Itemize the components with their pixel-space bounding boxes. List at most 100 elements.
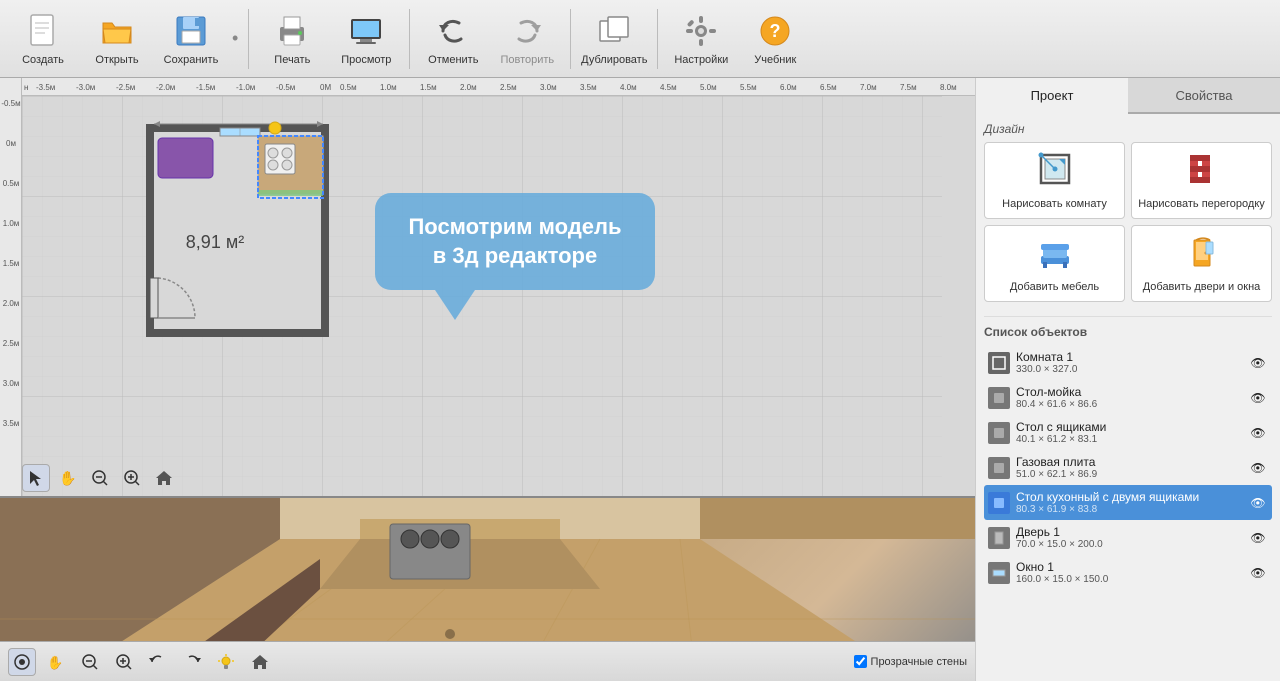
object-icon-sink-table <box>988 387 1010 409</box>
svg-text:-0.5м: -0.5м <box>276 83 295 92</box>
svg-text:✋: ✋ <box>59 470 76 486</box>
home-3d-button[interactable] <box>246 648 274 676</box>
redo-icon <box>508 12 546 50</box>
panel-tabs: Проект Свойства <box>976 78 1280 114</box>
visibility-toggle-kitchen-table[interactable]: 👁 <box>1248 493 1268 513</box>
add-doors-windows-button[interactable]: Добавить двери и окна <box>1131 225 1272 302</box>
svg-text:н: н <box>24 83 28 92</box>
visibility-toggle-gas-stove[interactable]: 👁 <box>1248 458 1268 478</box>
svg-text:3.5м: 3.5м <box>580 83 597 92</box>
add-furniture-button[interactable]: Добавить мебель <box>984 225 1125 302</box>
svg-text:1.0м: 1.0м <box>3 219 20 228</box>
open-button[interactable]: Открыть <box>82 5 152 73</box>
visibility-toggle-room1[interactable]: 👁 <box>1248 353 1268 373</box>
draw-room-button[interactable]: Нарисовать комнату <box>984 142 1125 219</box>
save-button[interactable]: Сохранить <box>156 5 226 73</box>
svg-text:1.0м: 1.0м <box>380 83 397 92</box>
visibility-toggle-door1[interactable]: 👁 <box>1248 528 1268 548</box>
zoom-in-button[interactable] <box>118 464 146 492</box>
object-item-gas-stove[interactable]: Газовая плита 51.0 × 62.1 × 86.9 👁 <box>984 450 1272 485</box>
svg-text:7.5м: 7.5м <box>900 83 917 92</box>
ruler-vertical: -0.5м 0м 0.5м 1.0м 1.5м 2.0м 2.5м 3.0м 3… <box>0 78 22 498</box>
undo-button[interactable]: Отменить <box>418 5 488 73</box>
svg-text:6.0м: 6.0м <box>780 83 797 92</box>
transparent-walls-label[interactable]: Прозрачные стены <box>854 655 967 668</box>
separator-1 <box>248 9 249 69</box>
objects-title: Список объектов <box>984 325 1272 339</box>
controls-2d: ✋ <box>22 464 178 492</box>
visibility-toggle-table-drawers[interactable]: 👁 <box>1248 423 1268 443</box>
duplicate-button[interactable]: Дублировать <box>579 5 649 73</box>
svg-text:1.5м: 1.5м <box>3 259 20 268</box>
help-button[interactable]: ? Учебник <box>740 5 810 73</box>
svg-text:-2.5м: -2.5м <box>116 83 135 92</box>
design-title: Дизайн <box>984 122 1272 136</box>
svg-text:2.0м: 2.0м <box>3 299 20 308</box>
tab-project[interactable]: Проект <box>976 78 1128 114</box>
object-icon-gas-stove <box>988 457 1010 479</box>
object-item-kitchen-table[interactable]: Стол кухонный с двумя ящиками 80.3 × 61.… <box>984 485 1272 520</box>
svg-text:0М: 0М <box>320 83 331 92</box>
object-item-table-drawers[interactable]: Стол с ящиками 40.1 × 61.2 × 83.1 👁 <box>984 415 1272 450</box>
new-icon <box>24 12 62 50</box>
help-icon: ? <box>756 12 794 50</box>
zoom-out-3d-button[interactable] <box>76 648 104 676</box>
rotate-cw-button[interactable] <box>178 648 206 676</box>
preview-button[interactable]: Просмотр <box>331 5 401 73</box>
transparent-walls-checkbox[interactable] <box>854 655 867 668</box>
svg-text:3.5м: 3.5м <box>3 419 20 428</box>
design-grid: Нарисовать комнату Нарисовать перегородк <box>984 142 1272 302</box>
svg-text:0м: 0м <box>6 139 16 148</box>
save-icon <box>172 12 210 50</box>
svg-text:-0.5м: -0.5м <box>1 99 20 108</box>
svg-text:7.0м: 7.0м <box>860 83 877 92</box>
svg-text:5.5м: 5.5м <box>740 83 757 92</box>
svg-text:-2.0м: -2.0м <box>156 83 175 92</box>
svg-text:-3.0м: -3.0м <box>76 83 95 92</box>
object-icon-room1 <box>988 352 1010 374</box>
view-3d[interactable]: ✋ <box>0 498 975 681</box>
pan-tool-button[interactable]: ✋ <box>54 464 82 492</box>
object-icon-window1 <box>988 562 1010 584</box>
view-2d[interactable]: н -3.5м -3.0м -2.5м -2.0м -1.5м -1.0м -0… <box>0 78 975 498</box>
bottom-toolbar-3d: ✋ <box>0 641 975 681</box>
draw-room-icon <box>1037 151 1073 194</box>
zoom-in-3d-button[interactable] <box>110 648 138 676</box>
toolbar: Создать Открыть Сохранить • <box>0 0 1280 78</box>
light-button[interactable] <box>212 648 240 676</box>
visibility-toggle-window1[interactable]: 👁 <box>1248 563 1268 583</box>
svg-text:0.5м: 0.5м <box>3 179 20 188</box>
draw-partition-button[interactable]: Нарисовать перегородку <box>1131 142 1272 219</box>
object-item-door1[interactable]: Дверь 1 70.0 × 15.0 × 200.0 👁 <box>984 520 1272 555</box>
svg-text:✋: ✋ <box>47 655 63 670</box>
rotate-ccw-button[interactable] <box>144 648 172 676</box>
preview-icon <box>347 12 385 50</box>
print-button[interactable]: Печать <box>257 5 327 73</box>
separator-4 <box>657 9 658 69</box>
object-item-room1[interactable]: Комната 1 330.0 × 327.0 👁 <box>984 345 1272 380</box>
svg-text:0.5м: 0.5м <box>340 83 357 92</box>
duplicate-icon <box>595 12 633 50</box>
home-view-button[interactable] <box>150 464 178 492</box>
settings-button[interactable]: Настройки <box>666 5 736 73</box>
svg-text:5.0м: 5.0м <box>700 83 717 92</box>
floor-plan[interactable]: 8,91 м² <box>120 108 340 358</box>
new-button[interactable]: Создать <box>8 5 78 73</box>
svg-text:3.0м: 3.0м <box>540 83 557 92</box>
object-item-sink-table[interactable]: Стол-мойка 80.4 × 61.6 × 86.6 👁 <box>984 380 1272 415</box>
zoom-out-button[interactable] <box>86 464 114 492</box>
objects-section: Список объектов Комната 1 330.0 × 327.0 … <box>976 317 1280 681</box>
visibility-toggle-sink-table[interactable]: 👁 <box>1248 388 1268 408</box>
settings-icon <box>682 12 720 50</box>
separator-3 <box>570 9 571 69</box>
redo-button[interactable]: Повторить <box>492 5 562 73</box>
object-item-window1[interactable]: Окно 1 160.0 × 15.0 × 150.0 👁 <box>984 555 1272 590</box>
svg-text:1.5м: 1.5м <box>420 83 437 92</box>
select-tool-button[interactable] <box>22 464 50 492</box>
tab-properties[interactable]: Свойства <box>1128 78 1280 114</box>
object-icon-table-drawers <box>988 422 1010 444</box>
svg-text:4.5м: 4.5м <box>660 83 677 92</box>
orbit-button[interactable] <box>8 648 36 676</box>
right-panel: Проект Свойства Дизайн <box>975 78 1280 681</box>
pan-3d-button[interactable]: ✋ <box>42 648 70 676</box>
